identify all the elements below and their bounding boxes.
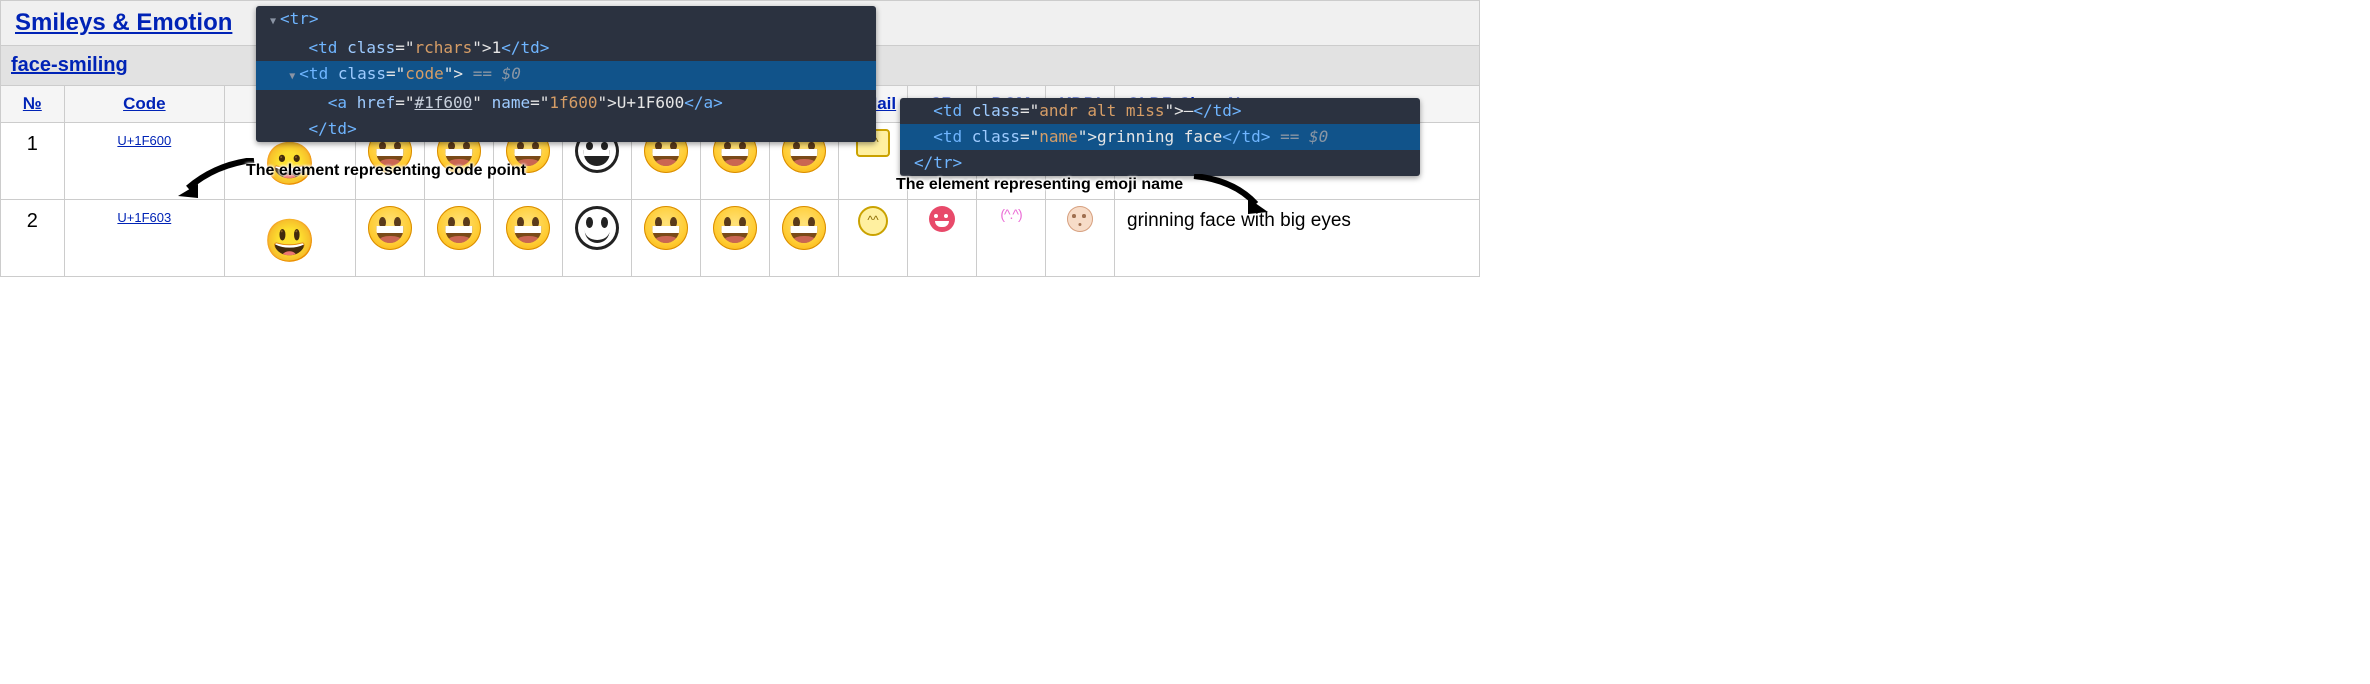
cell-kddi: [1046, 200, 1115, 277]
cell-sams: [770, 200, 839, 277]
grinning-face-big-eyes-icon: [368, 206, 412, 250]
arrow-icon: [1190, 174, 1270, 214]
code-link[interactable]: U+1F603: [117, 210, 171, 225]
cell-wind: [563, 200, 632, 277]
grinning-face-big-eyes-icon: [782, 206, 826, 250]
dcm-glyph-icon: (^.^): [1000, 206, 1021, 222]
cell-code: U+1F603: [64, 200, 224, 277]
cell-appl: [356, 200, 425, 277]
grinning-face-big-eyes-icon: [713, 206, 757, 250]
cell-twtr: [632, 200, 701, 277]
col-no: №: [1, 86, 65, 123]
code-link[interactable]: U+1F600: [117, 133, 171, 148]
cell-browser: 😃: [225, 200, 356, 277]
cell-joy: [701, 200, 770, 277]
grinning-face-big-eyes-icon: [437, 206, 481, 250]
kddi-glyph-icon: [1067, 206, 1093, 232]
grinning-face-big-eyes-icon: [644, 206, 688, 250]
sb-glyph-icon: [929, 206, 955, 232]
section-link[interactable]: Smileys & Emotion: [15, 9, 232, 36]
annotation-code-point: The element representing code point: [246, 162, 526, 180]
cell-no: 2: [1, 200, 65, 277]
cell-fb: [494, 200, 563, 277]
cell-name: grinning face with big eyes: [1115, 200, 1480, 277]
cell-dcm: (^.^): [977, 200, 1046, 277]
devtools-panel-code: <tr> <td class="rchars">1</td> <td class…: [256, 6, 876, 142]
cell-no: 1: [1, 123, 65, 200]
col-code: Code: [64, 86, 224, 123]
grinning-face-big-eyes-icon: [575, 206, 619, 250]
devtools-panel-name: <td class="andr alt miss">—</td> <td cla…: [900, 98, 1420, 176]
cell-sb: [908, 200, 977, 277]
arrow-icon: [176, 158, 256, 198]
annotation-emoji-name: The element representing emoji name: [896, 176, 1183, 194]
cell-goog: [425, 200, 494, 277]
gmail-glyph-icon: ^^: [858, 206, 888, 236]
grinning-face-big-eyes-icon: [506, 206, 550, 250]
subsection-link[interactable]: face-smiling: [11, 54, 128, 76]
cell-gmail: ^^: [839, 200, 908, 277]
